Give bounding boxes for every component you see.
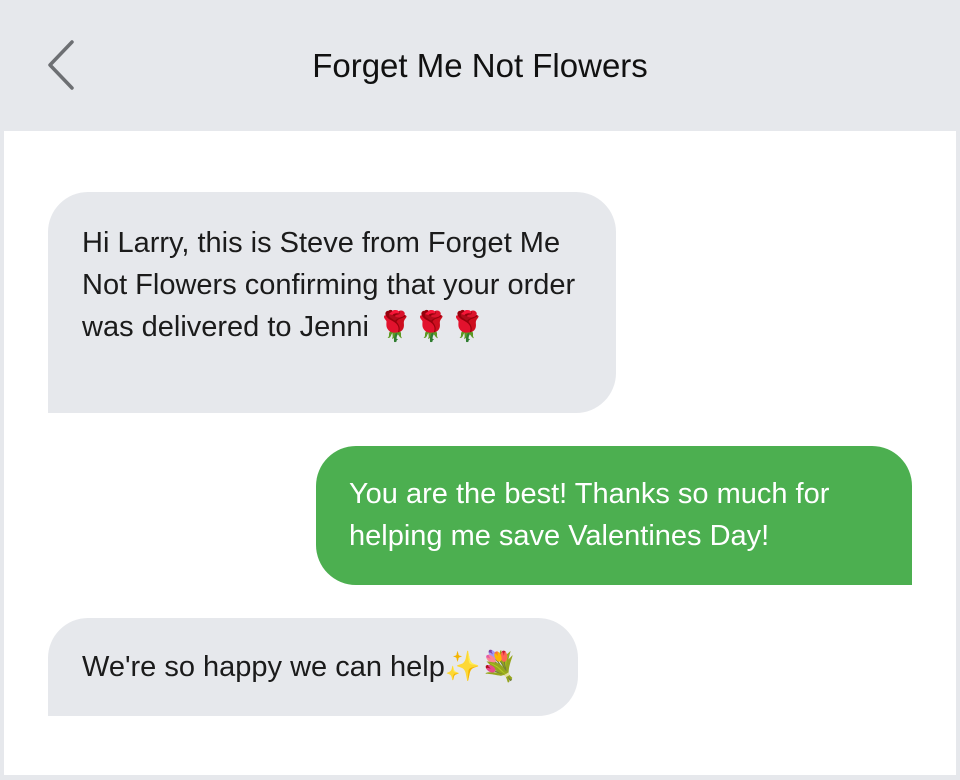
conversation-title: Forget Me Not Flowers — [312, 47, 648, 84]
incoming-message-bubble: Hi Larry, this is Steve from Forget Me N… — [48, 192, 616, 413]
message-thread[interactable]: Hi Larry, this is Steve from Forget Me N… — [4, 131, 956, 775]
outgoing-message-bubble: You are the best! Thanks so much for hel… — [316, 446, 912, 585]
incoming-message-bubble: We're so happy we can help✨💐 — [48, 618, 578, 716]
conversation-header: Forget Me Not Flowers — [0, 0, 960, 131]
